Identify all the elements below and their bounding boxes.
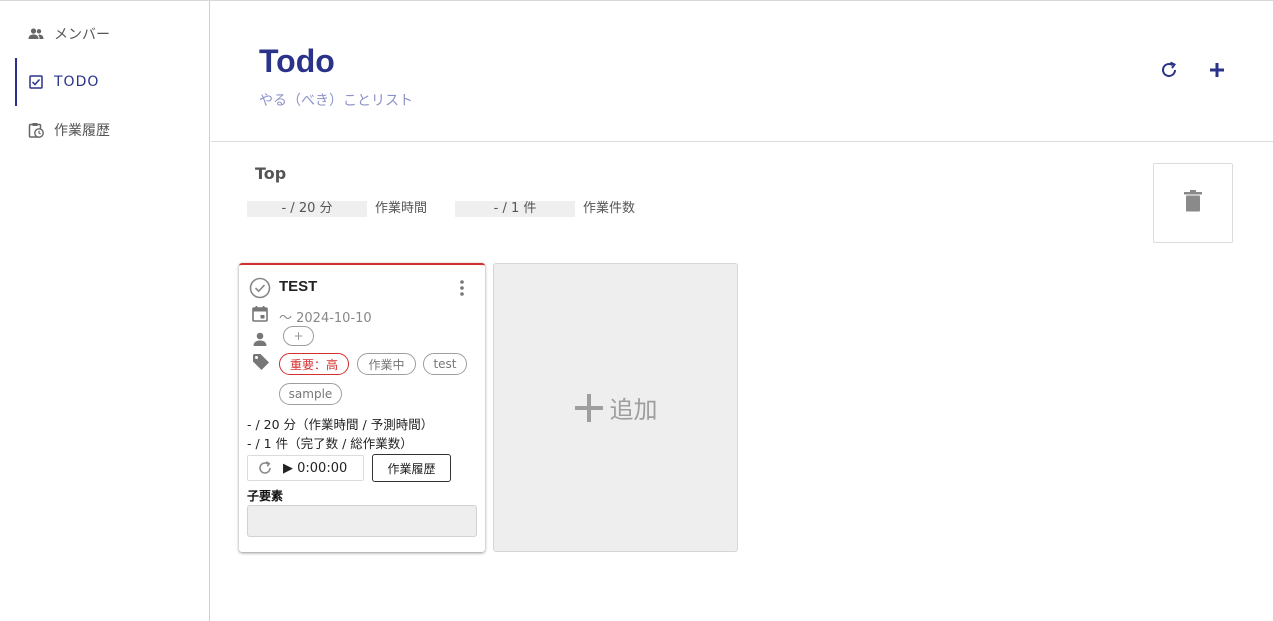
more-vert-icon[interactable] xyxy=(453,279,471,301)
work-history-button[interactable]: 作業履歴 xyxy=(372,454,451,482)
add-card-button[interactable]: 追加 xyxy=(493,263,738,552)
time-summary: - / 20 分（作業時間 / 予測時間） xyxy=(247,417,434,432)
work-time-label: 作業時間 xyxy=(375,201,428,216)
due-date: ～ 2024-10-10 xyxy=(279,311,372,326)
add-todo-button[interactable] xyxy=(1204,59,1230,85)
plus-icon xyxy=(574,393,604,423)
plus-icon xyxy=(1208,61,1226,83)
section-title: Top xyxy=(255,164,287,183)
sidebar-item-label: TODO xyxy=(54,74,100,90)
page-header: Todo やる（べき）ことリスト xyxy=(211,1,1273,142)
children-dropzone[interactable] xyxy=(247,505,477,537)
page-subtitle: やる（べき）ことリスト xyxy=(259,93,413,109)
clipboard-clock-icon xyxy=(28,122,44,138)
todo-card[interactable]: TEST ～ 2024-10-10 + 重要：高 作業中 test sample… xyxy=(239,263,485,552)
timer-value[interactable]: ▶ 0:00:00 xyxy=(283,461,347,476)
calendar-icon xyxy=(252,306,268,326)
sidebar-item-members[interactable]: メンバー xyxy=(15,10,209,58)
work-count-value: - / 1 件 xyxy=(455,201,575,217)
person-icon xyxy=(253,331,267,350)
refresh-button[interactable] xyxy=(1156,59,1182,85)
group-icon xyxy=(28,26,44,42)
tag-icon xyxy=(252,353,270,375)
work-count-label: 作業件数 xyxy=(583,201,636,216)
add-card-label: 追加 xyxy=(609,396,658,424)
timer-control[interactable]: ▶ 0:00:00 xyxy=(247,455,364,481)
work-time-value: - / 20 分 xyxy=(247,201,367,217)
checkbox-icon xyxy=(28,74,44,90)
refresh-icon[interactable] xyxy=(257,460,273,476)
tag-chip-priority[interactable]: 重要：高 xyxy=(279,353,349,375)
tag-chip-status[interactable]: 作業中 xyxy=(357,353,416,375)
tag-chip-test[interactable]: test xyxy=(423,353,467,375)
refresh-icon xyxy=(1159,60,1179,84)
count-summary: - / 1 件（完了数 / 総作業数） xyxy=(247,436,413,451)
sidebar-item-work-history[interactable]: 作業履歴 xyxy=(15,106,209,154)
trash-icon xyxy=(1184,190,1202,216)
delete-button[interactable] xyxy=(1153,163,1233,243)
sidebar-item-label: 作業履歴 xyxy=(54,123,110,139)
tag-chip-sample[interactable]: sample xyxy=(279,383,342,405)
complete-check-icon[interactable] xyxy=(249,277,271,303)
sidebar-item-todo[interactable]: TODO xyxy=(15,58,209,106)
sidebar-item-label: メンバー xyxy=(54,27,110,43)
children-label: 子要素 xyxy=(247,489,284,503)
page-title: Todo xyxy=(259,43,335,79)
sidebar: メンバー TODO 作業履歴 xyxy=(0,1,210,621)
card-title: TEST xyxy=(279,278,318,295)
add-assignee-chip[interactable]: + xyxy=(283,326,314,346)
